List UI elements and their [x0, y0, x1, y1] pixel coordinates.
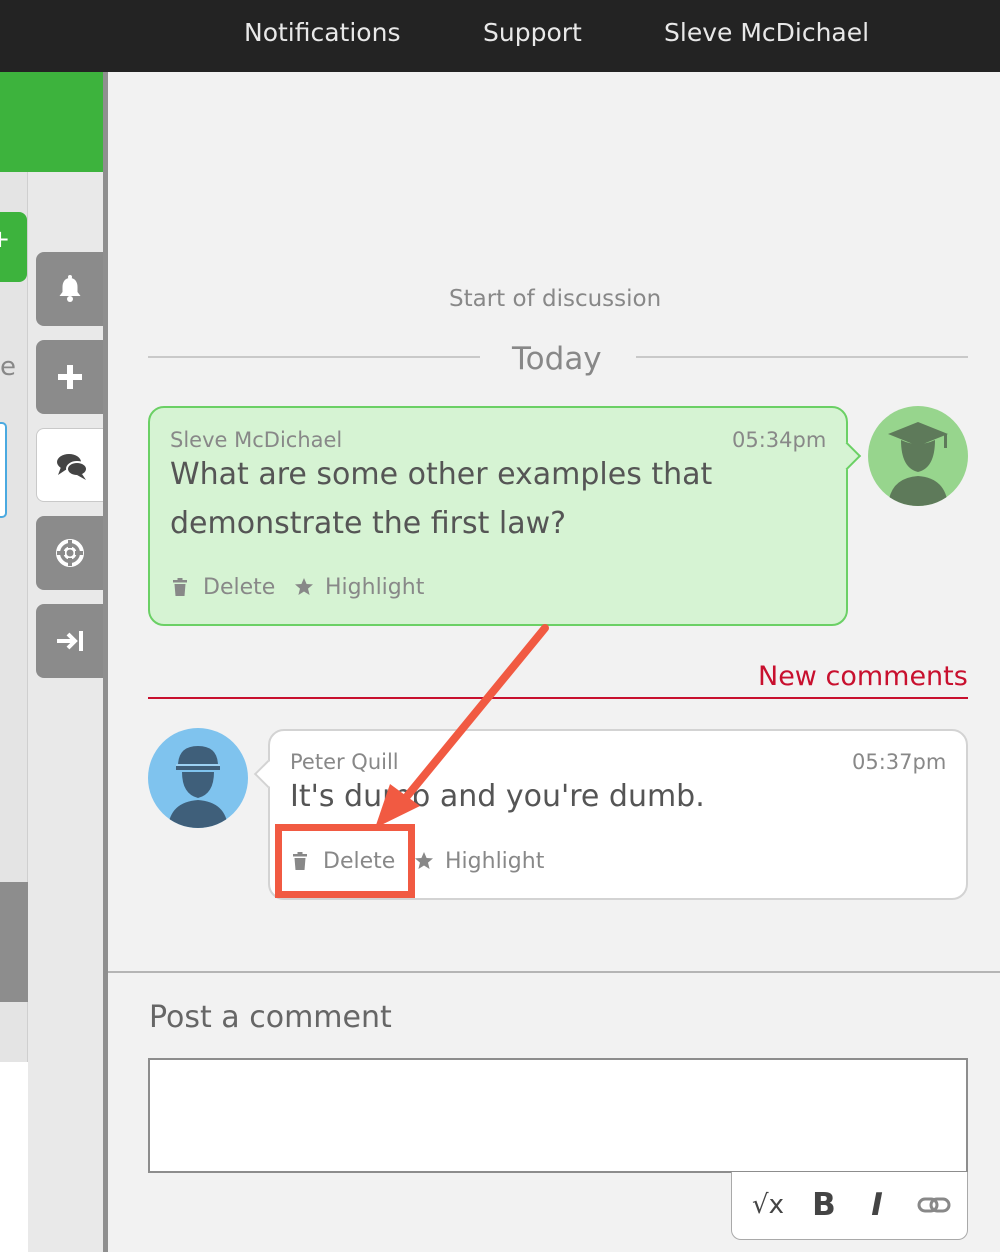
star-icon — [415, 852, 433, 869]
bell-icon — [59, 275, 81, 302]
nav-notifications-link[interactable]: Notifications — [244, 17, 400, 49]
plus-icon — [58, 365, 82, 389]
trash-icon — [173, 578, 187, 596]
highlight-label: Highlight — [325, 575, 425, 600]
lifebuoy-icon — [56, 539, 84, 567]
star-icon — [295, 578, 313, 595]
link-icon — [917, 1197, 951, 1213]
format-toolbar: √x B I — [731, 1172, 968, 1240]
day-separator-label: Today — [512, 341, 602, 377]
bold-format-button[interactable]: B — [806, 1186, 842, 1224]
nav-support-link[interactable]: Support — [483, 17, 582, 49]
highlight-label: Highlight — [445, 849, 545, 874]
nav-user-menu[interactable]: Sleve McDichael — [664, 17, 869, 49]
student-cap-avatar-icon[interactable] — [148, 728, 248, 828]
trash-icon — [293, 852, 307, 870]
italic-format-button[interactable]: I — [860, 1186, 894, 1224]
left-panel-dark-block — [0, 882, 28, 1002]
side-discussion-button[interactable] — [36, 428, 104, 502]
delete-label: Delete — [203, 575, 276, 600]
math-format-button[interactable]: √x — [746, 1186, 790, 1224]
graduate-avatar-icon[interactable] — [868, 406, 968, 506]
left-cut-text: e — [0, 352, 16, 382]
post-comment-title: Post a comment — [149, 1000, 392, 1035]
day-separator-line-left — [148, 356, 480, 358]
day-separator-line-right — [636, 356, 968, 358]
post-section-divider — [108, 971, 1000, 973]
collapse-right-icon — [57, 631, 83, 651]
chat-icon — [57, 454, 88, 480]
side-add-button[interactable] — [36, 340, 104, 414]
side-help-button[interactable] — [36, 516, 104, 590]
left-add-button[interactable]: + — [0, 212, 27, 282]
new-comments-label: New comments — [758, 661, 968, 692]
comment-input[interactable] — [148, 1058, 968, 1173]
side-collapse-button[interactable] — [36, 604, 104, 678]
discussion-start-label: Start of discussion — [449, 286, 662, 312]
left-selected-card-edge[interactable] — [0, 422, 7, 518]
delete-label: Delete — [323, 849, 396, 874]
side-notifications-button[interactable] — [36, 252, 104, 326]
message-text: What are some other examples that demons… — [170, 457, 713, 541]
left-panel-green-header — [0, 72, 103, 172]
message-text: It's dumb and you're dumb. — [290, 779, 705, 814]
link-format-button[interactable] — [914, 1186, 954, 1224]
new-comments-line — [148, 697, 968, 699]
top-navigation-bar: Notifications Support Sleve McDichael — [0, 0, 1000, 72]
